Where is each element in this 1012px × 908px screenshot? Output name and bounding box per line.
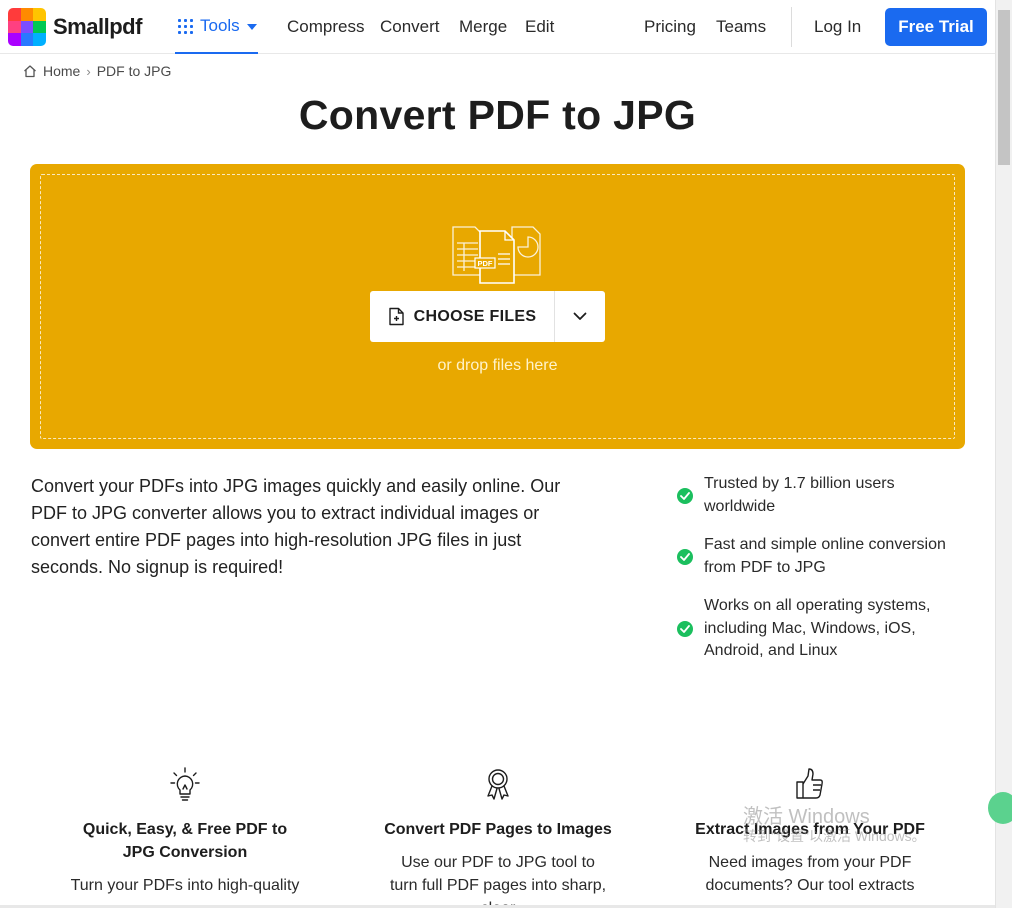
nav-divider	[791, 7, 792, 47]
feature-text: Trusted by 1.7 billion users worldwide	[704, 475, 895, 515]
feature-item: Trusted by 1.7 billion users worldwide	[677, 473, 977, 518]
watermark-line2: 转到"设置"以激活 Windows。	[743, 828, 926, 844]
feature-item: Works on all operating systems, includin…	[677, 595, 977, 663]
nav-compress[interactable]: Compress	[287, 17, 364, 37]
lightbulb-icon	[170, 767, 200, 801]
benefit-column: Convert PDF Pages to Images Use our PDF …	[348, 765, 648, 908]
benefit-column: Quick, Easy, & Free PDF to JPG Conversio…	[35, 765, 335, 897]
thumbs-up-icon	[796, 768, 823, 799]
feature-text: Fast and simple online conversion from P…	[704, 536, 946, 576]
award-ribbon-icon	[487, 769, 509, 800]
scrollbar-thumb[interactable]	[998, 10, 1010, 165]
caret-down-icon	[246, 24, 257, 30]
upload-source-dropdown[interactable]	[554, 291, 605, 342]
benefit-text: Need images from your PDF documents? Our…	[705, 854, 915, 894]
top-navigation: Smallpdf Tools Compress Convert Merge Ed…	[0, 0, 995, 54]
feature-text: Works on all operating systems, includin…	[704, 597, 931, 659]
breadcrumb-home[interactable]: Home	[43, 63, 80, 79]
chevron-down-icon	[573, 312, 587, 320]
nav-pricing[interactable]: Pricing	[644, 17, 696, 37]
page-title: Convert PDF to JPG	[298, 92, 697, 138]
smallpdf-logo[interactable]: Smallpdf	[8, 8, 142, 46]
add-file-icon	[388, 307, 404, 326]
breadcrumb: Home › PDF to JPG	[23, 63, 171, 79]
breadcrumb-current: PDF to JPG	[96, 63, 172, 79]
feature-list: Trusted by 1.7 billion users worldwide F…	[677, 473, 977, 663]
watermark-line1: 激活 Windows	[743, 806, 870, 828]
feature-item: Fast and simple online conversion from P…	[677, 534, 977, 579]
nav-teams[interactable]: Teams	[716, 17, 766, 37]
logo-wordmark: Smallpdf	[53, 14, 142, 39]
svg-text:PDF: PDF	[478, 259, 493, 268]
benefit-title: Convert PDF Pages to Images	[384, 821, 612, 838]
tools-label: Tools	[200, 16, 240, 35]
choose-files-label: CHOOSE FILES	[413, 307, 537, 325]
login-link[interactable]: Log In	[814, 17, 861, 37]
benefit-text: Turn your PDFs into high-quality	[70, 877, 300, 894]
choose-files-group: CHOOSE FILES	[370, 291, 605, 342]
free-trial-button[interactable]: Free Trial	[885, 8, 987, 46]
check-circle-icon	[677, 548, 693, 565]
nav-edit[interactable]: Edit	[525, 17, 554, 37]
logo-mark-icon	[8, 8, 46, 46]
drop-hint: or drop files here	[437, 357, 558, 374]
check-circle-icon	[677, 487, 693, 504]
pdf-files-illustration-icon: PDF	[452, 226, 541, 284]
nav-convert[interactable]: Convert	[380, 17, 440, 37]
intro-text: Convert your PDFs into JPG images quickl…	[31, 476, 561, 577]
windows-activation-watermark: 激活 Windows 转到"设置"以激活 Windows。	[743, 805, 926, 845]
vertical-scrollbar[interactable]	[995, 0, 1012, 908]
grid-icon	[178, 18, 193, 34]
choose-files-button[interactable]: CHOOSE FILES	[370, 291, 554, 342]
nav-merge[interactable]: Merge	[459, 17, 507, 37]
chat-widget-icon[interactable]	[988, 792, 1012, 824]
benefit-text: Use our PDF to JPG tool to turn full PDF…	[389, 854, 607, 908]
tools-menu[interactable]: Tools	[175, 0, 258, 54]
benefit-title: Quick, Easy, & Free PDF to JPG Conversio…	[82, 821, 288, 861]
check-circle-icon	[677, 620, 693, 637]
home-icon	[24, 65, 36, 78]
breadcrumb-separator: ›	[86, 63, 91, 79]
file-dropzone[interactable]: PDF CHOOSE FILES or drop files here	[30, 164, 965, 449]
